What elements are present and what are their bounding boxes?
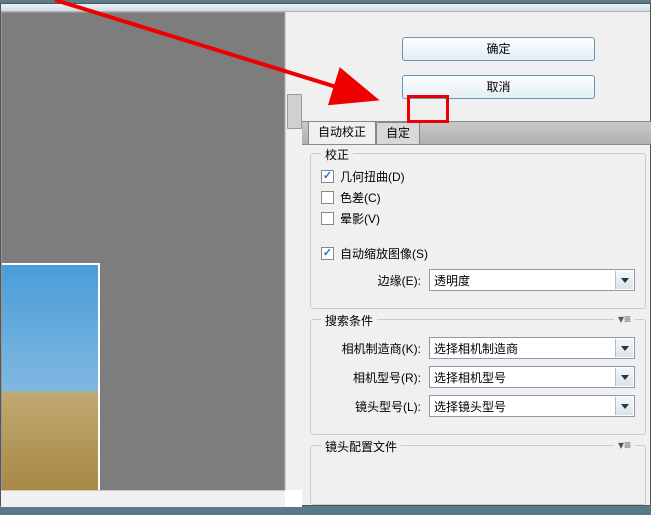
scroll-thumb[interactable] [287,94,302,129]
right-column: 确定 取消 自动校正 自定 校正 几何扭曲(D) 色差(C) [302,12,651,507]
combo-model-value: 选择相机型号 [434,369,506,386]
combo-model[interactable]: 选择相机型号 [429,366,635,388]
chevron-down-icon [615,368,633,386]
group-profile-menu-icon[interactable]: ▾≡ [614,438,635,452]
cancel-button[interactable]: 取消 [402,75,595,99]
preview-image [2,263,100,491]
group-correction: 校正 几何扭曲(D) 色差(C) 晕影(V) [310,153,646,309]
checkbox-vignette[interactable] [321,212,334,225]
label-vignette: 晕影(V) [340,210,380,227]
label-geometric: 几何扭曲(D) [340,168,405,185]
combo-edge[interactable]: 透明度 [429,269,635,291]
row-vignette: 晕影(V) [321,210,635,227]
chevron-down-icon [615,271,633,289]
combo-edge-value: 透明度 [434,272,470,289]
row-autoscale: 自动缩放图像(S) [321,245,635,262]
label-lens: 镜头型号(L): [321,398,429,415]
chevron-down-icon [615,397,633,415]
preview-canvas[interactable] [1,12,285,507]
group-search-menu-icon[interactable]: ▾≡ [614,312,635,326]
group-correction-title: 校正 [321,146,353,163]
row-edge: 边缘(E): 透明度 [321,269,635,291]
combo-maker[interactable]: 选择相机制造商 [429,337,635,359]
vertical-scrollbar[interactable] [285,12,302,490]
preview-panel [1,12,302,507]
tab-strip: 自动校正 自定 [302,121,651,145]
group-profile-title: 镜头配置文件 [321,438,401,455]
combo-lens[interactable]: 选择镜头型号 [429,395,635,417]
label-edge: 边缘(E): [321,272,429,289]
tab-custom[interactable]: 自定 [376,122,420,144]
label-maker: 相机制造商(K): [321,340,429,357]
tab-auto-correct[interactable]: 自动校正 [308,121,376,144]
row-model: 相机型号(R): 选择相机型号 [321,366,635,388]
panel-body: 校正 几何扭曲(D) 色差(C) 晕影(V) [302,145,651,515]
row-geometric: 几何扭曲(D) [321,168,635,185]
row-lens: 镜头型号(L): 选择镜头型号 [321,395,635,417]
combo-maker-value: 选择相机制造商 [434,340,518,357]
combo-lens-value: 选择镜头型号 [434,398,506,415]
dialog-content: 确定 取消 自动校正 自定 校正 几何扭曲(D) 色差(C) [1,12,650,507]
label-chromatic: 色差(C) [340,189,381,206]
horizontal-scrollbar[interactable] [1,490,285,507]
dialog-window: 确定 取消 自动校正 自定 校正 几何扭曲(D) 色差(C) [0,3,651,506]
label-autoscale: 自动缩放图像(S) [340,245,428,262]
dialog-buttons: 确定 取消 [302,12,651,121]
label-model: 相机型号(R): [321,369,429,386]
row-chromatic: 色差(C) [321,189,635,206]
group-profile: 镜头配置文件 ▾≡ [310,445,646,505]
checkbox-autoscale[interactable] [321,247,334,260]
titlebar [1,4,650,12]
ok-button[interactable]: 确定 [402,37,595,61]
chevron-down-icon [615,339,633,357]
group-search: 搜索条件 ▾≡ 相机制造商(K): 选择相机制造商 相机型号(R): 选择相机型… [310,319,646,435]
group-search-title: 搜索条件 [321,312,377,329]
checkbox-chromatic[interactable] [321,191,334,204]
checkbox-geometric[interactable] [321,170,334,183]
row-maker: 相机制造商(K): 选择相机制造商 [321,337,635,359]
